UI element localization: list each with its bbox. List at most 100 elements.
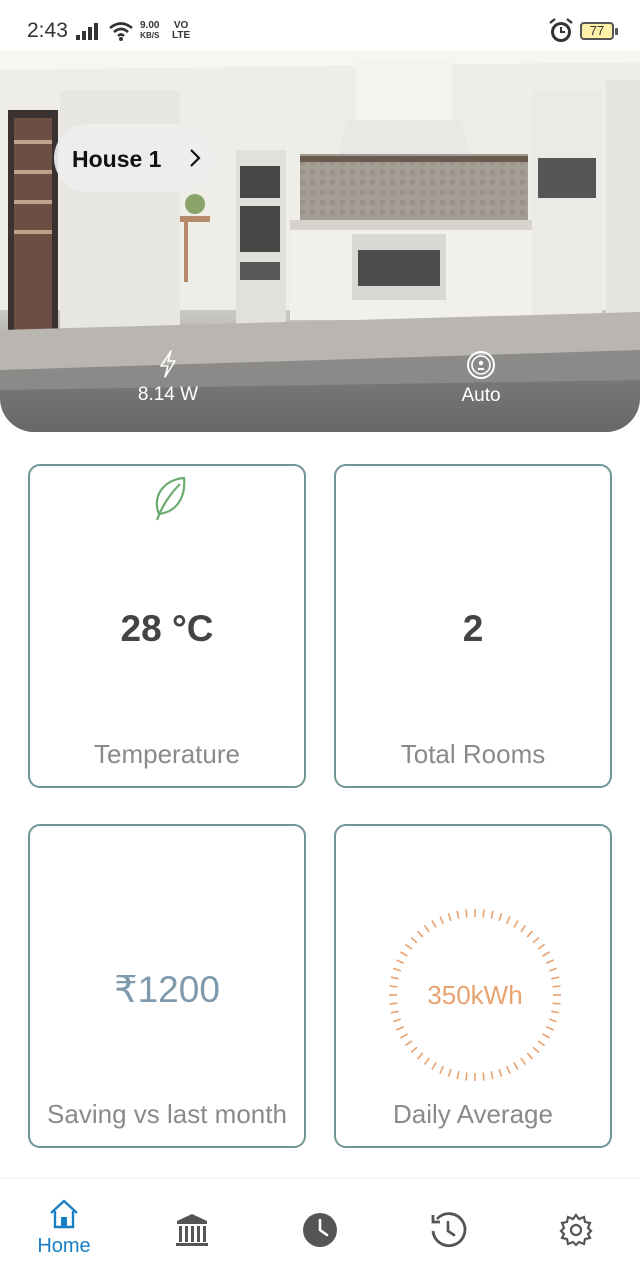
gauge-tick [482,909,485,918]
gauge-tick [551,1010,560,1014]
gauge-tick [498,1068,503,1078]
daily-average-card[interactable]: 350kWh Daily Average [334,824,612,1148]
mode-value: Auto [461,385,501,406]
gauge-tick [447,1068,452,1078]
signal-icon [76,23,98,40]
gauge-tick [513,920,519,928]
gauge-tick [400,951,408,957]
gauge-tick [416,930,424,938]
gauge-tick [392,1018,402,1023]
gauge-tick [390,1010,399,1014]
gauge-tick [490,910,494,919]
network-speed: 9.00 KB/S [140,21,159,41]
network-speed-unit: KB/S [140,31,160,40]
temperature-value: 28 °C [120,608,214,649]
gauge-tick [498,912,503,922]
bolt-icon [160,350,176,378]
house-selector[interactable]: House 1 [54,124,214,192]
gauge-tick [390,976,399,980]
nav-schedule[interactable] [282,1197,358,1269]
gauge-tick [551,976,560,980]
gauge-tick [431,920,437,928]
status-bar: 2:43 9.00 KB/S VO LTE 77 [0,0,640,50]
gauge-tick [431,1062,437,1070]
gauge-tick [396,1025,405,1031]
status-time: 2:43 [27,19,68,42]
network-type-bottom: LTE [172,30,191,41]
gauge-tick [520,924,527,933]
temperature-card[interactable]: 28 °C Temperature [28,464,306,788]
saving-value: ₹1200 [114,969,220,1010]
network-speed-value: 9.00 [140,20,160,31]
nav-buildings[interactable] [154,1197,230,1269]
gauge-tick [532,1046,540,1054]
gauge-tick [416,1052,424,1060]
robot-vacuum-icon [467,351,495,379]
alarm-icon [549,18,573,42]
nav-history[interactable] [410,1197,486,1269]
daily-average-label: Daily Average [393,1099,553,1129]
total-rooms-value: 2 [462,608,484,649]
total-rooms-label: Total Rooms [400,739,546,769]
gauge-tick [542,1033,550,1039]
home-icon [50,1199,78,1229]
mode-indicator[interactable]: Auto [440,350,522,407]
nav-settings[interactable] [538,1197,614,1269]
gauge-tick [396,959,405,965]
gauge-tick [526,1052,534,1060]
gauge-tick [537,943,546,950]
gauge-tick [400,1033,408,1039]
chevron-right-icon [190,149,201,167]
temperature-label: Temperature [94,739,240,769]
building-icon [176,1214,208,1246]
gauge-tick [532,936,540,944]
gauge-tick [447,912,452,922]
history-icon [431,1212,467,1248]
network-type: VO LTE [172,21,190,41]
power-usage: 8.14 W [120,350,216,406]
gauge-tick [439,916,445,925]
gauge-tick [404,943,413,950]
gauge-tick [482,1072,485,1081]
gauge-tick [520,1057,527,1066]
gauge-tick [410,936,418,944]
gauge-tick [490,1071,494,1080]
clock-icon [303,1213,337,1247]
power-value: 8.14 W [137,384,199,405]
gauge-tick [537,1040,546,1047]
total-rooms-card[interactable]: 2 Total Rooms [334,464,612,788]
daily-average-value: 350kWh [427,980,523,1010]
gauge-tick [542,951,550,957]
saving-card[interactable]: ₹1200 Saving vs last month [28,824,306,1148]
saving-label: Saving vs last month [47,1099,287,1129]
nav-home[interactable]: Home [26,1197,102,1269]
gear-icon [559,1213,593,1247]
wifi-icon [109,22,133,41]
gauge-tick [456,1071,460,1080]
gauge-tick [526,930,534,938]
gauge-tick [404,1040,413,1047]
gauge-tick [465,1072,468,1081]
house-hero-banner: House 1 8.14 W Auto [0,50,640,432]
gauge-tick [465,909,468,918]
nav-home-label: Home [37,1235,91,1257]
bottom-navigation: Home [0,1178,640,1280]
leaf-icon [155,476,186,521]
gauge-tick [423,1057,430,1066]
gauge-tick [439,1065,445,1074]
gauge-tick [410,1046,418,1054]
gauge-tick [545,1025,554,1031]
gauge-tick [545,959,554,965]
house-name: House 1 [72,146,162,172]
gauge-tick [505,1065,511,1074]
gauge-tick [456,910,460,919]
kitchen-photo [0,50,640,432]
gauge-tick [505,916,511,925]
gauge-tick [392,967,402,972]
gauge-tick [513,1062,519,1070]
daily-average-gauge: 350kWh [386,906,564,1084]
gauge-tick [548,967,558,972]
battery-icon: 77 [580,22,618,40]
gauge-tick [423,924,430,933]
gauge-tick [548,1018,558,1023]
